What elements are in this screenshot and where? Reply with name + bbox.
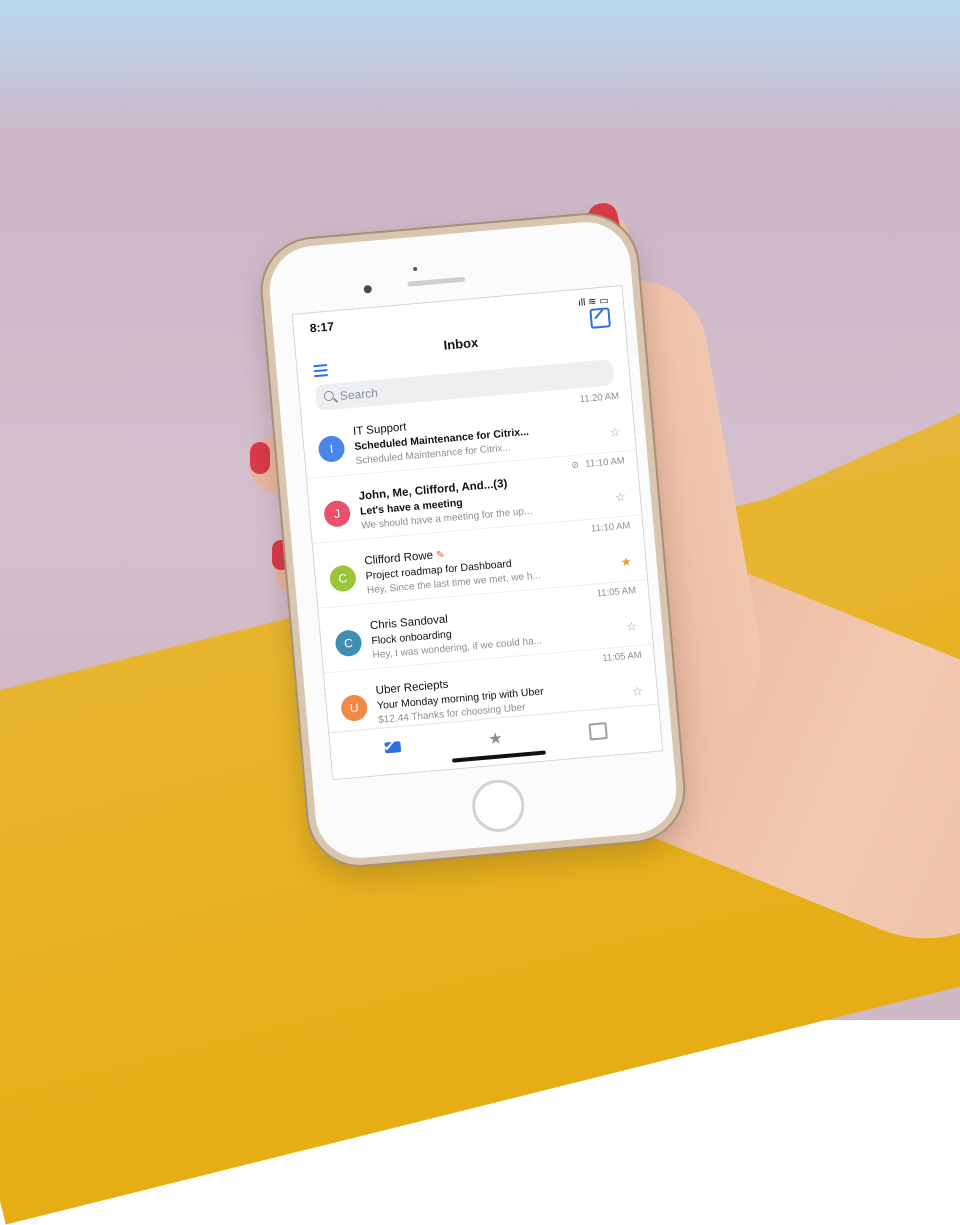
avatar: C bbox=[334, 629, 363, 658]
email-time: 11:20 AM bbox=[579, 390, 620, 406]
phone: 8:17 ıll ≋ ▭ Inbox Search I 11:20 AM IT … bbox=[258, 210, 688, 870]
star-icon[interactable]: ☆ bbox=[631, 684, 643, 699]
star-tab-icon: ★ bbox=[487, 730, 504, 749]
mail-icon bbox=[384, 741, 402, 754]
front-camera bbox=[363, 284, 373, 294]
search-placeholder: Search bbox=[339, 385, 379, 404]
pencil-icon: ✎ bbox=[435, 549, 446, 562]
status-time: 8:17 bbox=[309, 319, 335, 336]
star-icon[interactable]: ☆ bbox=[609, 425, 621, 440]
search-icon bbox=[323, 390, 335, 402]
star-icon[interactable]: ★ bbox=[620, 554, 632, 569]
calendar-icon bbox=[588, 722, 608, 741]
avatar: C bbox=[328, 564, 357, 593]
mail-app-screen: 8:17 ıll ≋ ▭ Inbox Search I 11:20 AM IT … bbox=[291, 285, 664, 781]
tab-starred[interactable]: ★ bbox=[484, 728, 507, 748]
home-indicator bbox=[451, 750, 546, 763]
avatar: U bbox=[340, 693, 369, 723]
tab-calendar[interactable] bbox=[585, 719, 608, 741]
email-time: 11:05 AM bbox=[596, 585, 637, 600]
earpiece-speaker bbox=[407, 276, 466, 287]
finger-1-nail bbox=[250, 442, 270, 474]
avatar: J bbox=[323, 499, 352, 528]
phone-body: 8:17 ıll ≋ ▭ Inbox Search I 11:20 AM IT … bbox=[258, 210, 688, 870]
email-time: 11:10 AM bbox=[590, 520, 631, 535]
avatar: I bbox=[317, 434, 346, 464]
attachment-icon: ⊘ bbox=[570, 459, 580, 471]
email-sender: IT Support bbox=[352, 421, 407, 439]
email-time: 11:10 AM bbox=[584, 455, 626, 470]
home-button[interactable] bbox=[470, 777, 527, 834]
proximity-sensor bbox=[412, 266, 418, 272]
star-icon[interactable]: ☆ bbox=[614, 490, 626, 505]
menu-icon[interactable] bbox=[313, 364, 329, 378]
email-list: I 11:20 AM IT Support Scheduled Maintena… bbox=[301, 385, 659, 739]
star-icon[interactable]: ☆ bbox=[626, 619, 638, 634]
email-time: 11:05 AM bbox=[601, 649, 643, 665]
tab-mail[interactable] bbox=[382, 737, 405, 757]
